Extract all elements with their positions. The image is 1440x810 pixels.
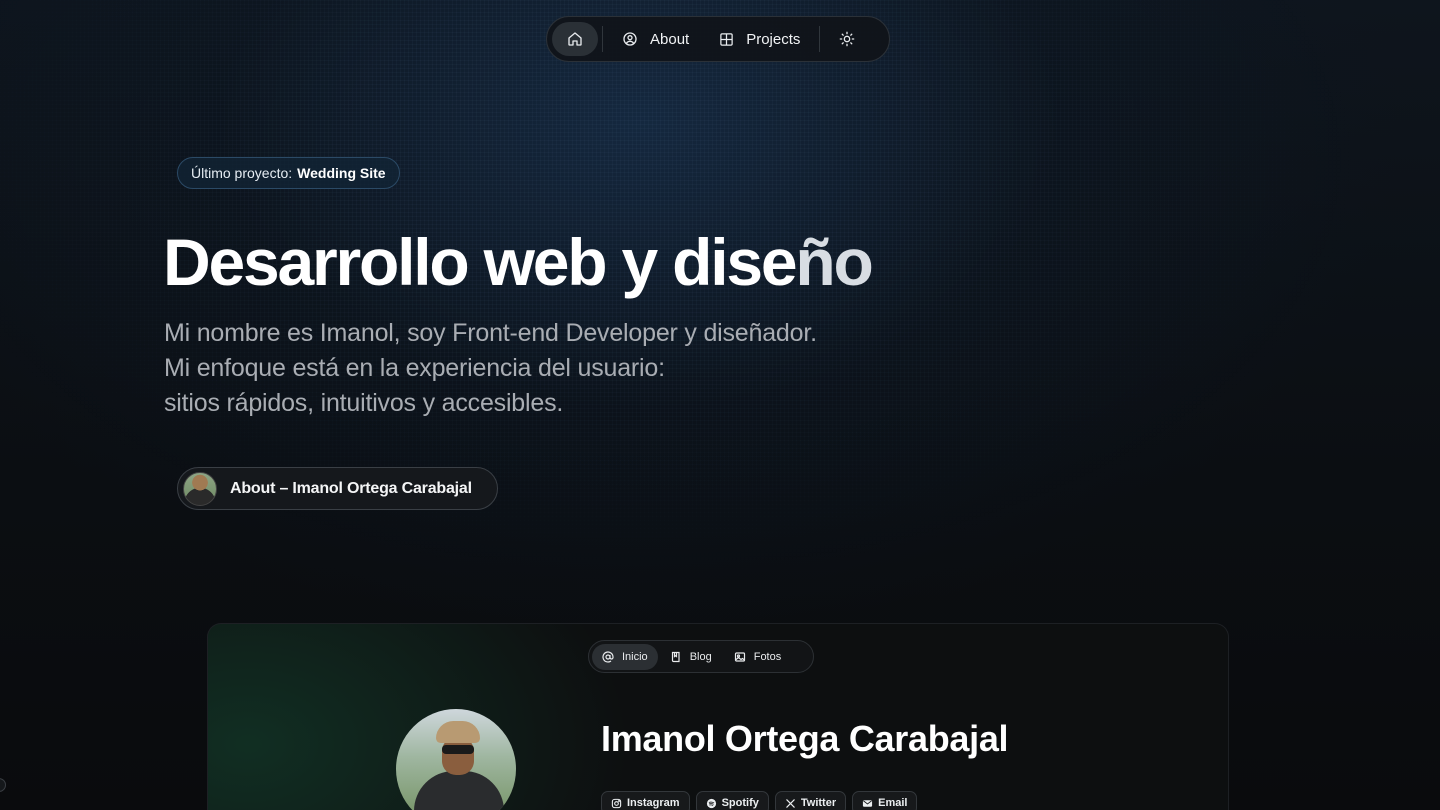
book-icon xyxy=(671,651,680,662)
badge-prefix: Último proyecto: xyxy=(191,165,293,181)
tab-label: Inicio xyxy=(622,650,648,663)
tab-label: Blog xyxy=(689,650,712,663)
tab-label: Fotos xyxy=(753,650,782,663)
about-link-label: About – Imanol Ortega Carabajal xyxy=(230,479,472,497)
social-links: Instagram Spotify Twitter Email xyxy=(601,791,918,810)
latest-project-badge[interactable]: Último proyecto: Wedding Site xyxy=(177,157,400,189)
nav-about-link[interactable]: About xyxy=(607,22,704,56)
nav-home-button[interactable] xyxy=(552,22,598,56)
grid-icon xyxy=(720,32,733,46)
nav-about-label: About xyxy=(650,30,690,48)
hero-title-tail: ño xyxy=(795,225,873,299)
hero-line: Mi enfoque está en la experiencia del us… xyxy=(164,354,665,382)
hero-title: Desarrollo web y diseño xyxy=(163,222,874,302)
social-label: Spotify xyxy=(721,797,759,809)
home-icon xyxy=(568,32,582,46)
hero-line: Mi nombre es Imanol, soy Front-end Devel… xyxy=(164,319,817,347)
mail-icon xyxy=(863,799,873,807)
badge-project-name: Wedding Site xyxy=(297,165,386,181)
about-preview-card[interactable]: Inicio Blog Fotos Imanol Ortega Carabaja… xyxy=(207,623,1229,810)
nav-divider xyxy=(602,26,603,52)
tab-blog[interactable]: Blog xyxy=(660,644,722,670)
top-nav: About Projects xyxy=(546,16,890,62)
instagram-icon xyxy=(611,798,622,808)
hero-title-main: Desarrollo web y dise xyxy=(163,225,798,299)
social-label: Email xyxy=(878,797,908,809)
hero-line: sitios rápidos, intuitivos y accesibles. xyxy=(164,389,564,417)
profile-photo xyxy=(396,709,516,810)
tab-fotos[interactable]: Fotos xyxy=(724,644,792,670)
preview-subnav: Inicio Blog Fotos xyxy=(588,640,814,673)
social-label: Twitter xyxy=(800,797,837,809)
nav-divider xyxy=(819,26,821,52)
instagram-link[interactable]: Instagram xyxy=(601,791,690,810)
at-sign-icon xyxy=(602,650,614,663)
nav-projects-link[interactable]: Projects xyxy=(704,22,815,56)
email-link[interactable]: Email xyxy=(852,791,918,810)
tab-inicio[interactable]: Inicio xyxy=(592,643,658,670)
spotify-icon xyxy=(706,798,716,808)
hero-description: Mi nombre es Imanol, soy Front-end Devel… xyxy=(164,316,924,421)
theme-toggle-button[interactable] xyxy=(824,22,870,56)
social-label: Instagram xyxy=(627,797,680,809)
avatar xyxy=(183,471,217,506)
sun-icon xyxy=(840,31,855,47)
about-link-pill[interactable]: About – Imanol Ortega Carabajal xyxy=(177,467,498,510)
user-circle-icon xyxy=(623,32,637,46)
twitter-link[interactable]: Twitter xyxy=(774,791,847,810)
nav-projects-label: Projects xyxy=(746,30,801,48)
x-icon xyxy=(786,798,795,808)
profile-name: Imanol Ortega Carabajal xyxy=(601,718,1009,759)
spotify-link[interactable]: Spotify xyxy=(695,791,769,810)
image-icon xyxy=(734,651,745,662)
